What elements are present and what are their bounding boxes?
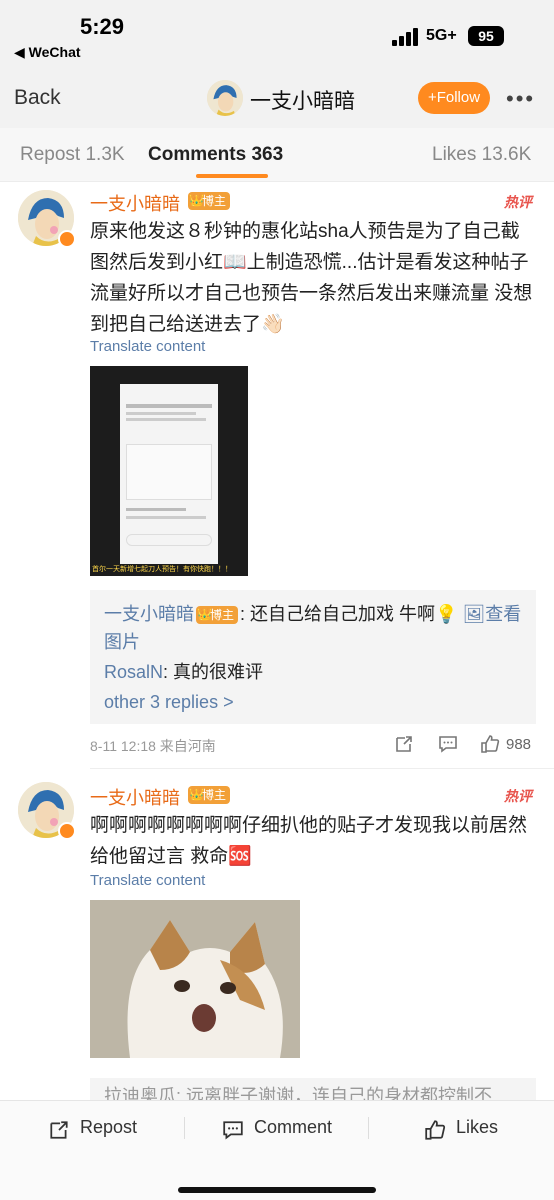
likes-button[interactable]: Likes <box>456 1117 498 1138</box>
page-title: 一支小暗暗 <box>250 90 355 113</box>
comment-text: 啊啊啊啊啊啊啊啊仔细扒他的贴子才发现我以前居然给他留过言 救命🆘 <box>90 815 528 867</box>
status-bar: 5:29 ◀ WeChat 5G+ 95 <box>0 0 554 70</box>
screenshot-content <box>120 384 218 564</box>
reply-item: 一支小暗暗博主: 还自己给自己加戏 牛啊💡 🖼查看 <box>104 600 521 628</box>
host-badge: 博主 <box>188 785 230 804</box>
nav-bar: Back 一支小暗暗 +Follow ••• <box>0 70 554 128</box>
repost-icon[interactable] <box>48 1119 70 1141</box>
comment-text: 原来他发这８秒钟的惠化站sha人预告是为了自己截图然后发到小红📖上制造恐慌...… <box>90 221 533 335</box>
home-indicator <box>178 1187 376 1193</box>
host-badge: 博主 <box>196 605 238 624</box>
more-replies-link[interactable]: other 3 replies > <box>104 688 234 716</box>
view-image-link-cont[interactable]: 图片 <box>104 628 140 656</box>
avatar[interactable] <box>207 80 243 116</box>
reply-username[interactable]: 一支小暗暗 <box>104 604 194 624</box>
hot-comment-tag: 热评 <box>504 788 532 804</box>
hot-comment-tag: 热评 <box>504 194 532 210</box>
like-icon[interactable] <box>424 1119 446 1141</box>
back-to-wechat[interactable]: ◀ WeChat <box>14 44 81 61</box>
translate-link[interactable]: Translate content <box>90 338 205 355</box>
network-label: 5G+ <box>426 27 457 44</box>
tab-bar: Repost 1.3K Comments 363 Likes 13.6K <box>0 128 554 182</box>
signal-icon <box>392 28 420 46</box>
comment-username[interactable]: 一支小暗暗 <box>90 784 180 810</box>
more-options-icon[interactable]: ••• <box>506 86 535 112</box>
verified-icon <box>58 230 76 248</box>
avatar[interactable] <box>18 190 76 248</box>
view-image-link[interactable]: 🖼查看 <box>462 604 521 624</box>
comment-username[interactable]: 一支小暗暗 <box>90 190 180 216</box>
comment-icon[interactable] <box>438 734 458 754</box>
reply-username[interactable]: RosalN <box>104 662 163 682</box>
divider <box>90 768 554 769</box>
tab-repost[interactable]: Repost 1.3K <box>20 144 125 166</box>
repost-icon[interactable] <box>394 734 414 754</box>
tab-comments[interactable]: Comments 363 <box>148 144 283 166</box>
reply-text: : 还自己给自己加戏 牛啊💡 <box>240 604 458 624</box>
repost-button[interactable]: Repost <box>80 1117 137 1138</box>
avatar[interactable] <box>18 782 76 840</box>
bottom-action-bar: Repost Comment Likes <box>0 1100 554 1200</box>
separator <box>368 1117 369 1139</box>
separator <box>184 1117 185 1139</box>
comment-image[interactable]: 首尔一天新增七起刀人预告！有你快跑！！！ <box>90 366 248 576</box>
reply-box[interactable]: 一支小暗暗博主: 还自己给自己加戏 牛啊💡 🖼查看 图片 RosalN: 真的很… <box>90 590 536 724</box>
cat-image[interactable] <box>90 900 300 1058</box>
verified-icon <box>58 822 76 840</box>
active-tab-indicator <box>196 174 268 178</box>
battery-icon: 95 <box>468 26 504 46</box>
translate-link[interactable]: Translate content <box>90 872 205 889</box>
reply-text: : 真的很难评 <box>163 662 264 682</box>
status-time: 5:29 <box>80 14 125 39</box>
comment-button[interactable]: Comment <box>254 1117 332 1138</box>
tab-likes[interactable]: Likes 13.6K <box>432 144 531 166</box>
image-caption: 首尔一天新增七起刀人预告！有你快跑！！！ <box>92 566 232 573</box>
like-count: 988 <box>506 736 532 753</box>
comment-meta: 8-11 12:18 来自河南 <box>90 738 216 754</box>
follow-button[interactable]: +Follow <box>418 82 490 114</box>
back-button[interactable]: Back <box>14 86 61 110</box>
comment-icon[interactable] <box>222 1119 244 1141</box>
like-icon[interactable] <box>480 734 500 754</box>
host-badge: 博主 <box>188 191 230 210</box>
reply-item: RosalN: 真的很难评 <box>104 658 263 686</box>
